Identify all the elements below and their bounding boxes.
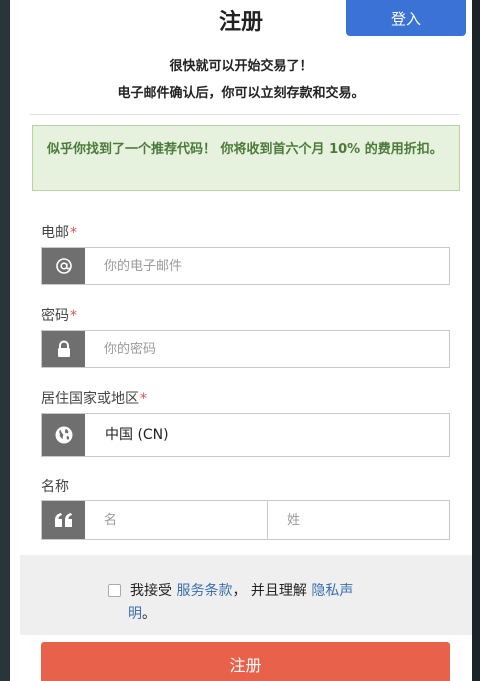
- first-name-input[interactable]: [85, 501, 267, 539]
- terms-agreement-box: 我接受 服务条款， 并且理解 隐私声 明。: [20, 555, 472, 635]
- email-label: 电邮*: [41, 222, 77, 242]
- terms-of-service-link[interactable]: 服务条款: [176, 583, 232, 599]
- required-marker: *: [70, 225, 77, 241]
- globe-icon: [42, 414, 85, 456]
- terms-checkbox[interactable]: [108, 584, 121, 597]
- top-bar: 注册 登入: [10, 0, 472, 44]
- email-field-group: [41, 247, 450, 285]
- privacy-policy-link-continued[interactable]: 明: [128, 606, 142, 622]
- referral-text-start: 似乎你找到了一个推荐代码！ 你将收到首六个月: [47, 142, 330, 157]
- country-label: 居住国家或地区*: [41, 388, 147, 408]
- name-label-text: 名称: [41, 479, 69, 495]
- password-field-group: [41, 330, 450, 368]
- terms-text-line2: 明。: [128, 603, 156, 623]
- terms-prefix: 我接受: [130, 583, 177, 599]
- password-label-text: 密码: [41, 308, 69, 324]
- email-input[interactable]: [85, 248, 449, 284]
- password-input[interactable]: [85, 331, 449, 367]
- referral-text-end: 的费用折扣。: [360, 142, 443, 157]
- password-label: 密码*: [41, 305, 77, 325]
- required-marker: *: [140, 391, 147, 407]
- country-value: 中国 (CN): [105, 427, 169, 443]
- divider: [30, 114, 460, 115]
- country-label-text: 居住国家或地区: [41, 391, 139, 407]
- referral-alert: 似乎你找到了一个推荐代码！ 你将收到首六个月 10% 的费用折扣。: [32, 125, 460, 191]
- intro-subtext: 电子邮件确认后，你可以立刻存款和交易。: [117, 86, 365, 101]
- required-marker: *: [70, 308, 77, 324]
- signup-card: 注册 登入 很快就可以开始交易了！ 电子邮件确认后，你可以立刻存款和交易。 似乎…: [10, 0, 472, 681]
- last-name-input[interactable]: [268, 501, 449, 539]
- terms-suffix: 。: [142, 606, 156, 622]
- login-button[interactable]: 登入: [346, 0, 466, 36]
- name-field-group: [41, 500, 450, 540]
- terms-text-line1: 我接受 服务条款， 并且理解 隐私声: [130, 580, 353, 600]
- quote-icon: [42, 501, 85, 539]
- intro-heading: 很快就可以开始交易了！: [169, 59, 313, 74]
- referral-discount: 10%: [329, 142, 361, 157]
- terms-middle: ， 并且理解: [232, 583, 312, 599]
- name-label: 名称: [41, 476, 69, 496]
- lock-icon: [42, 331, 85, 367]
- at-icon: [42, 248, 85, 284]
- country-select[interactable]: 中国 (CN): [41, 413, 450, 457]
- register-button[interactable]: 注册: [41, 642, 450, 681]
- privacy-policy-link[interactable]: 隐私声: [311, 583, 353, 599]
- email-label-text: 电邮: [41, 225, 69, 241]
